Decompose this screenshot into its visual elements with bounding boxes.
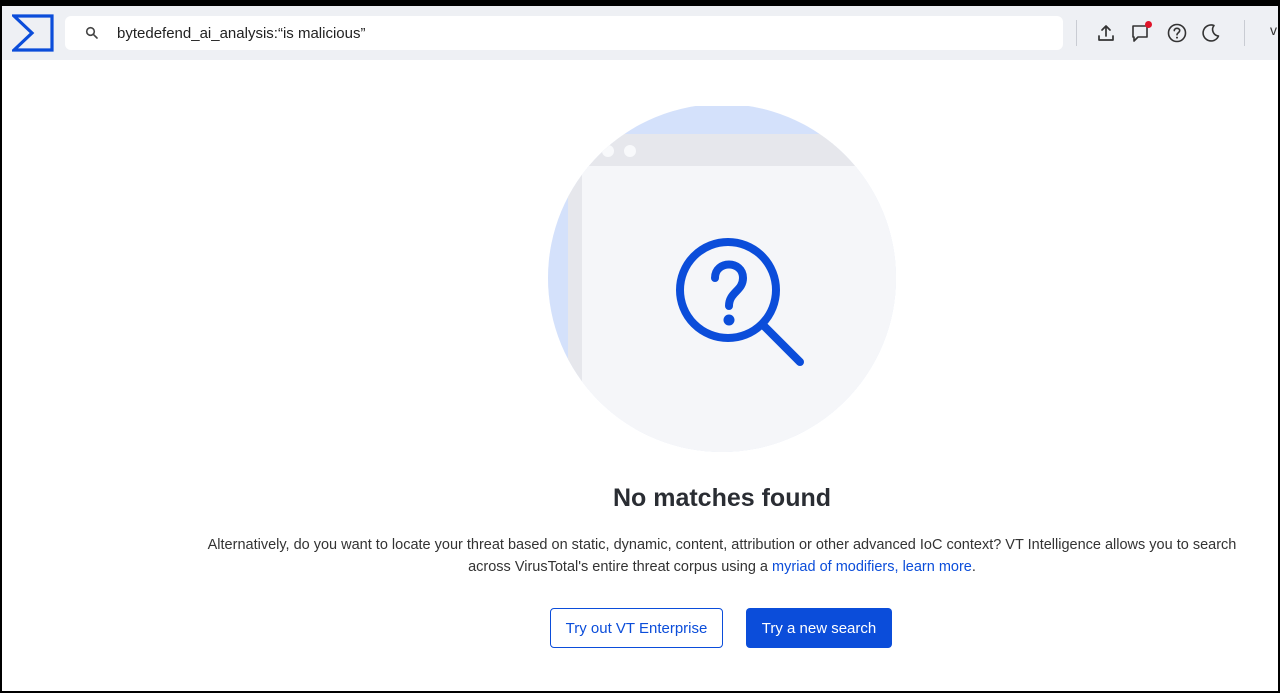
toolbar-divider-2 — [1244, 20, 1245, 46]
try-new-search-button[interactable]: Try a new search — [746, 608, 892, 648]
user-menu-chevron[interactable]: v — [1270, 22, 1277, 38]
notification-dot — [1145, 21, 1152, 28]
virustotal-logo[interactable] — [12, 14, 54, 52]
no-matches-description: Alternatively, do you want to locate you… — [202, 534, 1242, 578]
dark-mode-button[interactable] — [1199, 21, 1223, 45]
app-window: v No matches found Alternatively, do you… — [2, 6, 1278, 691]
help-button[interactable] — [1165, 21, 1189, 45]
no-matches-title: No matches found — [612, 484, 832, 512]
search-bar[interactable] — [65, 16, 1063, 50]
help-icon — [1167, 23, 1187, 43]
description-text: Alternatively, do you want to locate you… — [207, 537, 1237, 575]
upload-button[interactable] — [1094, 21, 1118, 45]
modifiers-learn-more-link[interactable]: myriad of modifiers, learn more — [772, 559, 972, 575]
description-end: . — [971, 559, 976, 575]
notifications-button[interactable] — [1129, 21, 1153, 45]
no-results-illustration — [548, 106, 896, 452]
dark-mode-icon — [1202, 24, 1220, 42]
toolbar-divider — [1076, 20, 1077, 46]
search-icon — [85, 26, 98, 39]
search-input[interactable] — [117, 22, 1047, 44]
try-vt-enterprise-button[interactable]: Try out VT Enterprise — [550, 608, 723, 648]
top-bar: v — [2, 6, 1278, 60]
upload-icon — [1098, 25, 1114, 41]
